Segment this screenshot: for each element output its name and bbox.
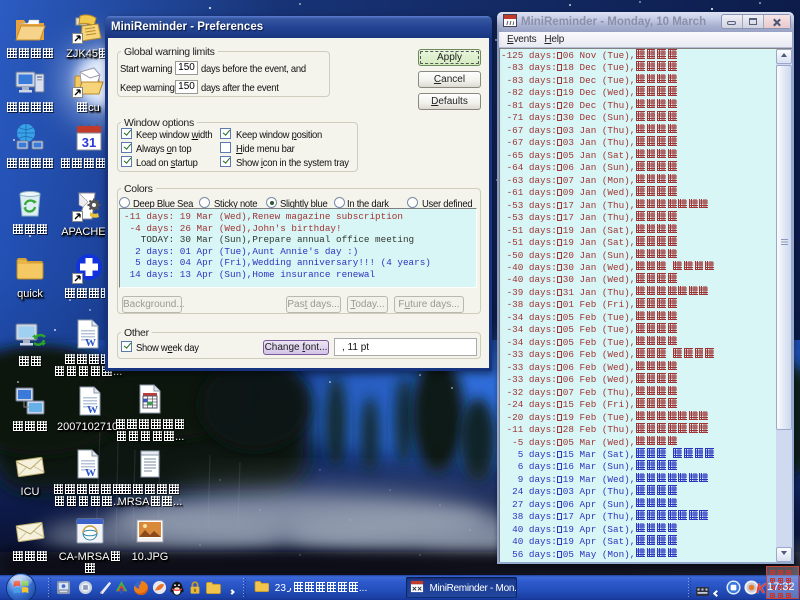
svg-text:31: 31 — [82, 135, 96, 150]
svg-text:W: W — [85, 337, 96, 349]
svg-text:W: W — [85, 467, 96, 479]
svg-text:W: W — [87, 404, 98, 416]
